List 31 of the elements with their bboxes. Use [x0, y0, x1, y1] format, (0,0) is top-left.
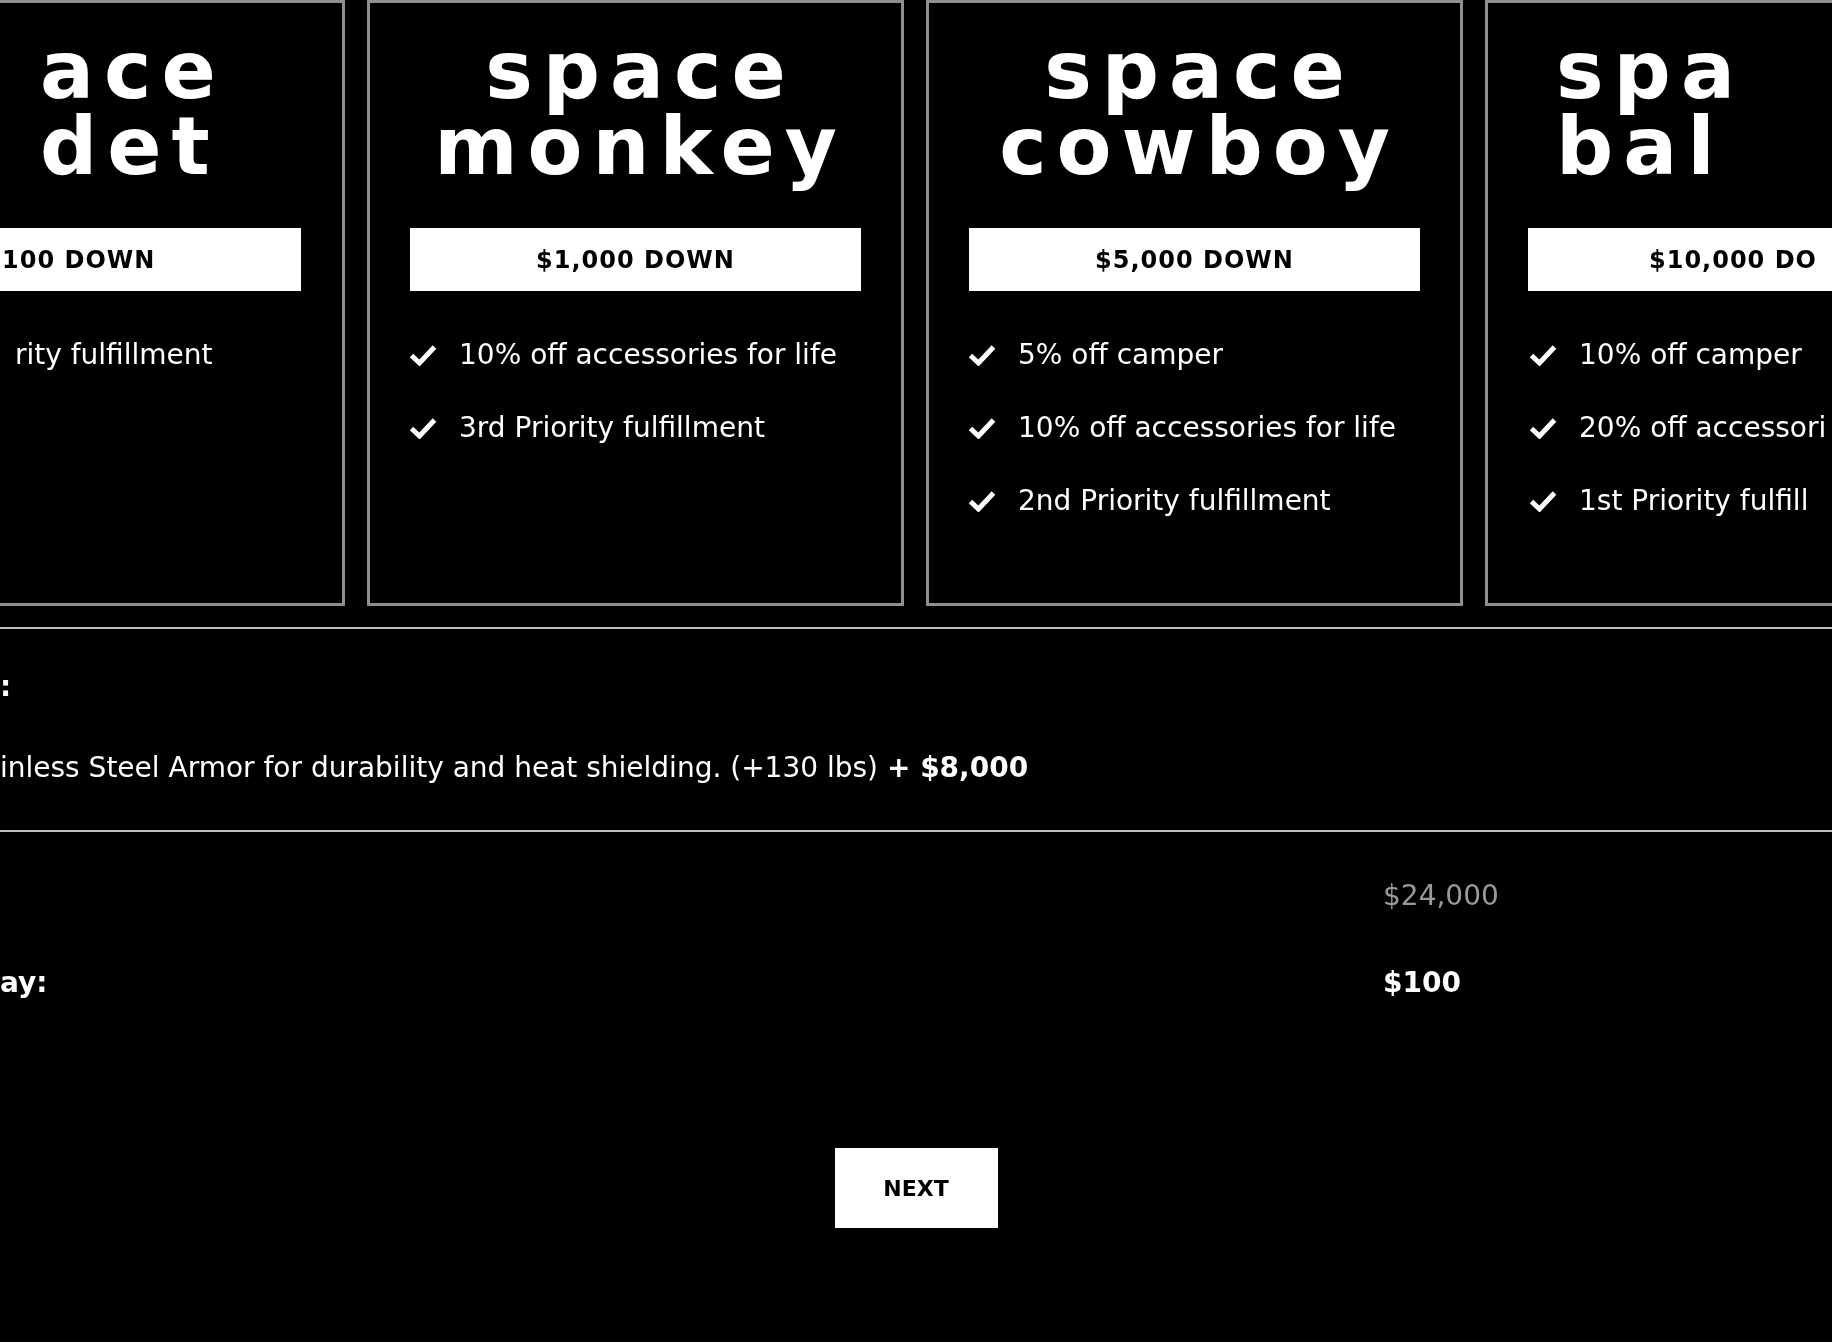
plan-title: space monkey — [433, 33, 847, 195]
plan-title: spa bal — [1555, 33, 1745, 195]
feature-text: 5% off camper — [1018, 337, 1223, 373]
price-banner: 100 DOWN — [0, 228, 301, 291]
feature-text: 10% off accessories for life — [1018, 410, 1396, 446]
section-label: : — [0, 669, 12, 705]
feature-text: 10% off accessories for life — [459, 337, 837, 373]
feature-text: 3rd Priority fulfillment — [459, 410, 765, 446]
total-value: $100 — [1383, 965, 1461, 1001]
feature-text: rity fulfillment — [15, 337, 213, 373]
check-icon — [1529, 490, 1557, 512]
addon-description: inless Steel Armor for durability and heat shielding. (+130 lbs) + $8,000 — [0, 750, 1029, 786]
price-banner: $1,000 DOWN — [410, 228, 861, 291]
check-icon — [409, 417, 437, 439]
check-icon — [1529, 417, 1557, 439]
check-icon — [409, 344, 437, 366]
price-banner: $10,000 DO — [1528, 228, 1832, 291]
check-icon — [968, 490, 996, 512]
plan-title: space cowboy — [998, 33, 1400, 195]
feature-text: 1st Priority fulfill — [1579, 483, 1809, 519]
total-label: ay: — [0, 965, 48, 1001]
check-icon — [968, 417, 996, 439]
feature-text: 10% off camper — [1579, 337, 1802, 373]
total-value: $24,000 — [1383, 878, 1499, 914]
check-icon — [1529, 344, 1557, 366]
check-icon — [968, 344, 996, 366]
feature-text: 2nd Priority fulfillment — [1018, 483, 1331, 519]
next-button[interactable]: NEXT — [834, 1148, 998, 1228]
plan-title: ace det — [39, 33, 226, 195]
feature-text: 20% off accessori — [1579, 410, 1827, 446]
price-banner: $5,000 DOWN — [969, 228, 1420, 291]
